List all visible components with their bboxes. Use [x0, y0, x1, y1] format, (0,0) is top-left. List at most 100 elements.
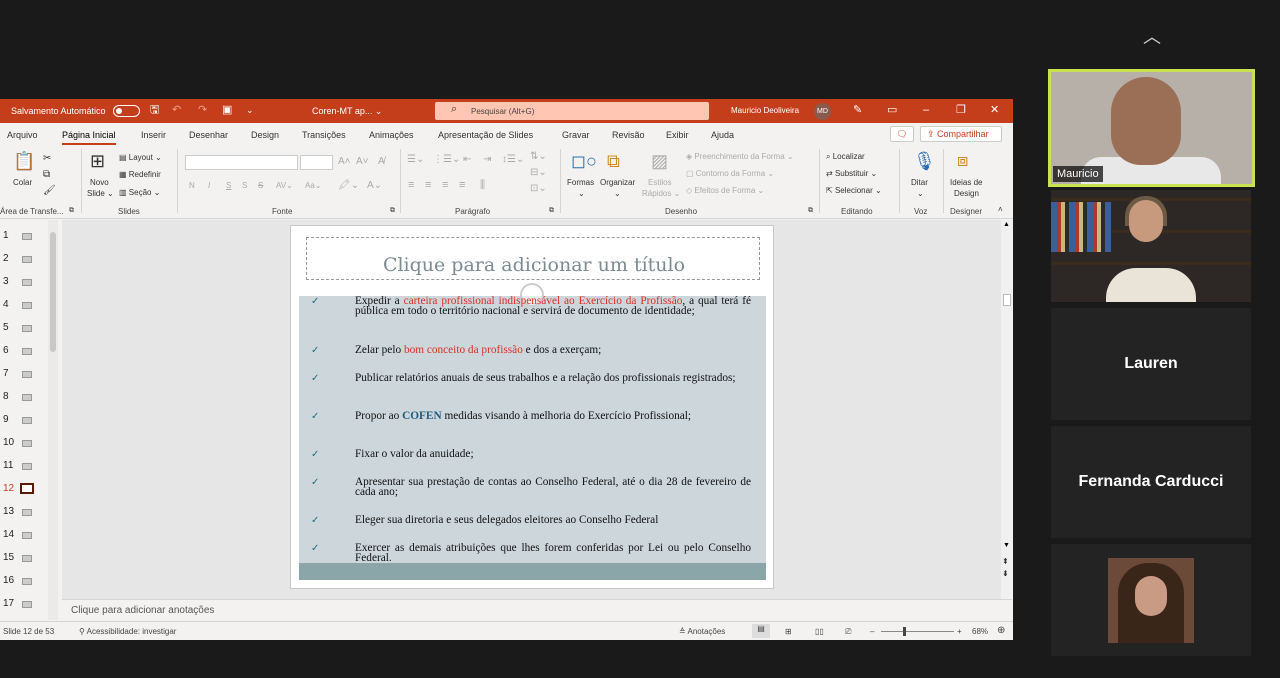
slide-thumbnail-image[interactable] [22, 578, 32, 585]
clear-format-icon[interactable]: A̸ [378, 156, 385, 167]
paste-icon[interactable]: 📋 [13, 151, 35, 171]
quick-styles-label-2[interactable]: Rápidos ⌄ [642, 189, 680, 198]
comments-button[interactable]: 🗨 [890, 126, 914, 142]
tab-design[interactable]: Design [251, 130, 279, 140]
font-launcher-icon[interactable]: ⧉ [390, 207, 395, 215]
text-direction-icon[interactable]: ⇅⌄ [530, 151, 547, 162]
shrink-font-icon[interactable]: A˅ [356, 156, 369, 167]
align-left-icon[interactable]: ≡ [408, 179, 414, 191]
shape-effects-button[interactable]: ◇ Efeitos de Forma ⌄ [686, 186, 764, 195]
arrange-dropdown-icon[interactable]: ⌄ [614, 189, 621, 198]
tab-desenhar[interactable]: Desenhar [189, 130, 228, 140]
dictate-dropdown-icon[interactable]: ⌄ [917, 189, 924, 198]
reset-button[interactable]: ▦ Redefinir [119, 170, 161, 179]
slide-thumbnail-image[interactable] [22, 302, 32, 309]
format-painter-icon[interactable]: 🖌 [43, 185, 56, 196]
align-text-icon[interactable]: ⊟⌄ [530, 167, 547, 178]
numbering-icon[interactable]: ⋮☰⌄ [433, 154, 460, 165]
title-placeholder[interactable]: Clique para adicionar um título [306, 237, 760, 280]
font-size-dropdown[interactable] [300, 155, 333, 170]
slide-thumbnail[interactable]: 9 [0, 412, 48, 428]
tab-exibir[interactable]: Exibir [666, 130, 689, 140]
clipboard-launcher-icon[interactable]: ⧉ [69, 207, 74, 215]
slide-thumbnail[interactable]: 4 [0, 297, 48, 313]
thumbnails-scroll-thumb[interactable] [50, 232, 56, 352]
slide-thumbnail-image[interactable] [22, 555, 32, 562]
smartart-icon[interactable]: ⊡⌄ [530, 183, 547, 194]
video-tile-active-speaker[interactable]: Mauricio [1048, 69, 1255, 187]
microphone-icon[interactable]: 🎙 [913, 151, 936, 171]
shapes-icon[interactable]: ◻○ [571, 151, 597, 171]
document-title[interactable]: Coren-MT ap... ⌄ [312, 106, 382, 117]
slide-thumbnail-image[interactable] [20, 483, 34, 494]
select-button[interactable]: ⇱ Selecionar ⌄ [826, 186, 882, 195]
paste-label[interactable]: Colar [13, 178, 32, 187]
line-spacing-icon[interactable]: ↕☰⌄ [502, 154, 524, 165]
slide-thumbnail[interactable]: 12 [0, 481, 48, 497]
customize-toolbar-icon[interactable]: ⌄ [246, 103, 254, 117]
slide-thumbnail-image[interactable] [22, 394, 32, 401]
section-button[interactable]: ▥ Seção ⌄ [119, 188, 160, 197]
slide-thumbnail-image[interactable] [22, 279, 32, 286]
slide-thumbnail[interactable]: 14 [0, 527, 48, 543]
tab-gravar[interactable]: Gravar [562, 130, 590, 140]
increase-indent-icon[interactable]: ⇥ [483, 154, 491, 165]
normal-view-icon[interactable]: ▤ [752, 624, 770, 638]
tab-ajuda[interactable]: Ajuda [711, 130, 734, 140]
grow-font-icon[interactable]: A˄ [338, 156, 351, 167]
zoom-level[interactable]: 68% [972, 627, 988, 636]
find-button[interactable]: ⌕ Localizar [826, 152, 865, 162]
slide-thumbnail-image[interactable] [22, 371, 32, 378]
strikethrough-button[interactable]: S [258, 181, 263, 190]
pen-icon[interactable]: ✎ [853, 103, 862, 117]
next-slide-icon[interactable]: ⇟ [1002, 569, 1009, 578]
share-button[interactable]: ⇪ Compartilhar [920, 126, 1002, 142]
justify-icon[interactable]: ≡ [459, 179, 465, 191]
slide-thumbnail-image[interactable] [22, 325, 32, 332]
slide-thumbnail-image[interactable] [22, 463, 32, 470]
slide-thumbnail-image[interactable] [22, 256, 32, 263]
close-icon[interactable]: ✕ [990, 103, 999, 117]
new-slide-label-1[interactable]: Novo [90, 178, 109, 187]
slide-sorter-icon[interactable]: ⊞ [785, 627, 792, 636]
slide-thumbnail[interactable]: 11 [0, 458, 48, 474]
undo-icon[interactable]: ↶ [172, 103, 181, 117]
tab-animacoes[interactable]: Animações [369, 130, 414, 140]
design-ideas-label-1[interactable]: Ideias de [950, 178, 982, 187]
shadow-button[interactable]: S [242, 181, 247, 190]
zoom-slider[interactable] [881, 631, 954, 632]
video-tile-profile-photo[interactable] [1051, 544, 1251, 656]
decrease-indent-icon[interactable]: ⇤ [463, 154, 471, 165]
quick-styles-label-1[interactable]: Estilos [648, 178, 672, 187]
slide-thumbnail[interactable]: 6 [0, 343, 48, 359]
arrange-icon[interactable]: ⧉ [607, 151, 620, 171]
quick-styles-icon[interactable]: ▨ [651, 151, 668, 171]
font-color-icon[interactable]: A⌄ [367, 180, 382, 191]
arrange-label[interactable]: Organizar [600, 178, 635, 187]
video-tile-participant[interactable] [1051, 190, 1251, 302]
slide-thumbnail[interactable]: 1 [0, 228, 48, 244]
underline-button[interactable]: S [226, 181, 231, 190]
slide-thumbnail-image[interactable] [22, 417, 32, 424]
editor-scroll-thumb[interactable] [1003, 294, 1011, 306]
cut-icon[interactable]: ✂ [43, 153, 51, 164]
editor-scrollbar[interactable]: ▲ ▼ ⇞ ⇟ [1001, 220, 1012, 599]
highlight-icon[interactable]: 🖍⌄ [338, 180, 359, 191]
slide-thumbnail[interactable]: 13 [0, 504, 48, 520]
slide-thumbnail-image[interactable] [22, 601, 32, 608]
video-tile-lauren[interactable]: Lauren [1051, 308, 1251, 420]
tab-arquivo[interactable]: Arquivo [7, 130, 38, 140]
new-slide-label-2[interactable]: Slide ⌄ [87, 189, 114, 198]
scroll-down-icon[interactable]: ▼ [1003, 542, 1010, 549]
tab-transicoes[interactable]: Transições [302, 130, 346, 140]
columns-icon[interactable]: ⫼ [480, 179, 485, 192]
slide-thumbnail[interactable]: 7 [0, 366, 48, 382]
reading-view-icon[interactable]: ▯▯ [815, 627, 824, 636]
slide-thumbnail-image[interactable] [22, 233, 32, 240]
ribbon-display-icon[interactable]: ▭ [887, 103, 897, 117]
slide-thumbnail-image[interactable] [22, 532, 32, 539]
slide-canvas[interactable]: Clique para adicionar um título ✓ Expedir… [290, 225, 774, 589]
avatar[interactable]: MD [814, 103, 831, 120]
align-right-icon[interactable]: ≡ [442, 179, 448, 191]
shape-fill-button[interactable]: ◈ Preenchimento da Forma ⌄ [686, 152, 794, 161]
